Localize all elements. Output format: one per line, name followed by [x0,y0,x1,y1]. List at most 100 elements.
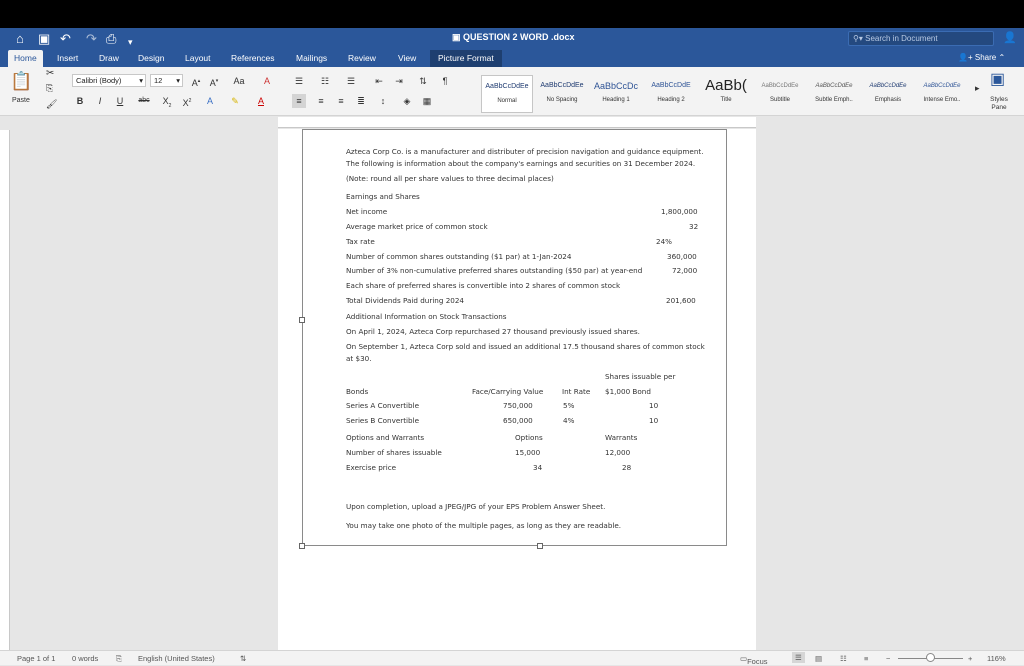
tab-layout[interactable]: Layout [185,50,211,67]
web-layout-icon[interactable]: ▤ [815,654,822,663]
undo-icon[interactable]: ↶ [60,31,71,47]
track-changes-icon[interactable]: ⇅ [240,654,246,663]
style-heading-1[interactable]: AaBbCcDc Heading 1 [590,75,642,113]
tab-mailings[interactable]: Mailings [296,50,327,67]
align-right-icon[interactable]: ≡ [334,94,348,108]
style-title[interactable]: AaBb(Title [700,75,752,113]
customize-toolbar-icon[interactable]: ▾ [128,34,133,50]
italic-icon[interactable]: I [93,94,107,108]
share-button[interactable]: 👤+ Share ⌃ [958,53,1005,62]
strikethrough-icon[interactable]: abc [137,94,151,108]
redo-icon[interactable]: ↷ [86,31,97,47]
copy-icon[interactable]: ⎘ [46,83,53,94]
draft-icon[interactable]: ≡ [864,654,868,663]
outline-icon[interactable]: ☷ [840,654,847,663]
convertible-note: Each share of preferred shares is conver… [346,281,621,290]
bond-b-rate: 4% [563,416,575,425]
style-name: Heading 2 [657,97,685,103]
style-name: Intense Emo.. [923,97,961,103]
print-layout-icon[interactable]: ☰ [792,652,805,663]
multilevel-list-icon[interactable]: ☰ [344,74,358,88]
show-formatting-icon[interactable]: ¶ [438,74,452,88]
print-icon[interactable]: ⎙ [106,31,116,47]
zoom-in-icon[interactable]: + [968,654,972,663]
language[interactable]: English (United States) [138,654,215,663]
style-normal[interactable]: AaBbCcDdEe Normal [481,75,533,113]
zoom-out-icon[interactable]: − [886,654,890,663]
superscript-icon[interactable]: X2 [180,94,194,108]
style-subtle-emphasis[interactable]: AaBbCcDdEe Subtle Emph.. [808,75,860,113]
decrease-indent-icon[interactable]: ⇤ [372,74,386,88]
tab-references[interactable]: References [231,50,274,67]
bonds-header-bonds: Bonds [346,387,369,396]
focus-button[interactable]: ▭ Focus [740,654,768,666]
text-effects-icon[interactable]: A [203,94,217,108]
sort-icon[interactable]: ⇅ [416,74,430,88]
resize-handle-left[interactable] [299,317,305,323]
style-emphasis[interactable]: AaBbCcDdEe Emphasis [862,75,914,113]
resize-handle-bottom[interactable] [537,543,543,549]
word-count[interactable]: 0 words [72,654,98,663]
paste-icon[interactable]: 📋 [10,71,32,92]
section-title-stock: Additional Information on Stock Transact… [346,312,507,321]
tab-design[interactable]: Design [138,50,164,67]
align-center-icon[interactable]: ≡ [314,94,328,108]
style-preview: AaBb( [705,77,747,94]
line-spacing-icon[interactable]: ↕ [376,94,390,108]
save-icon[interactable]: ▣ [38,31,50,47]
tab-insert[interactable]: Insert [57,50,78,67]
options-shares-value: 15,000 [515,448,541,457]
tab-picture-format[interactable]: Picture Format [430,50,502,67]
horizontal-ruler[interactable] [278,117,756,128]
home-icon[interactable]: ⌂ [16,31,24,47]
align-left-icon[interactable]: ≡ [292,94,306,108]
bold-icon[interactable]: B [73,94,87,108]
bullets-icon[interactable]: ☰ [292,74,306,88]
numbering-icon[interactable]: ☷ [318,74,332,88]
underline-icon[interactable]: U [113,94,127,108]
resize-handle-bottom-left[interactable] [299,543,305,549]
style-heading-2[interactable]: AaBbCcDdE Heading 2 [645,75,697,113]
subscript-icon[interactable]: X2 [160,94,174,109]
style-subtitle[interactable]: AaBbCcDdEe Subtitle [754,75,806,113]
vertical-ruler[interactable] [0,130,10,650]
tab-view[interactable]: View [398,50,416,67]
warrants-header: Warrants [605,433,638,442]
style-preview: AaBbCcDdEe [923,83,961,89]
shares-issuable-label: Number of shares issuable [346,448,442,457]
style-intense-emphasis[interactable]: AaBbCcDdEe Intense Emo.. [916,75,968,113]
shrink-font-icon[interactable]: A▾ [207,74,221,88]
format-painter-icon[interactable]: 🖌 [46,99,57,110]
net-income-value: 1,800,000 [661,207,698,216]
tab-draw[interactable]: Draw [99,50,119,67]
cut-icon[interactable]: ✂ [46,68,54,79]
font-size-select[interactable]: 12 ▾ [150,74,183,87]
bonds-header-face: Face/Carrying Value [472,387,544,396]
style-preview: AaBbCcDdEe [869,83,907,89]
font-name-select[interactable]: Calibri (Body) ▾ [72,74,146,87]
page-count[interactable]: Page 1 of 1 [17,654,55,663]
justify-icon[interactable]: ≣ [354,94,368,108]
shading-icon[interactable]: ◈ [400,94,414,108]
font-color-icon[interactable]: A [254,94,268,108]
borders-icon[interactable]: ▦ [420,94,434,108]
increase-indent-icon[interactable]: ⇥ [392,74,406,88]
bond-b-shares: 10 [649,416,659,425]
tab-review[interactable]: Review [348,50,376,67]
clear-formatting-icon[interactable]: A [260,74,274,88]
account-icon[interactable]: 👤 [1003,31,1017,44]
styles-pane-icon[interactable]: ▣ [990,69,1005,89]
zoom-slider-thumb[interactable] [926,653,935,662]
dividends-label: Total Dividends Paid during 2024 [346,296,465,305]
styles-expand-icon[interactable]: ▸ [975,83,980,94]
style-preview: AaBbCcDdEe [485,83,529,90]
grow-font-icon[interactable]: A▴ [189,74,203,88]
search-input[interactable]: ⚲▾ Search in Document [848,31,994,46]
change-case-icon[interactable]: Aa [232,74,246,88]
styles-pane-button[interactable]: Styles Pane [986,96,1012,112]
zoom-level[interactable]: 116% [987,654,1006,663]
style-no-spacing[interactable]: AaBbCcDdEe No Spacing [536,75,588,113]
tab-home[interactable]: Home [8,50,43,67]
proofing-icon[interactable]: ⎘ [116,654,122,664]
highlight-icon[interactable]: ✎ [228,94,242,108]
